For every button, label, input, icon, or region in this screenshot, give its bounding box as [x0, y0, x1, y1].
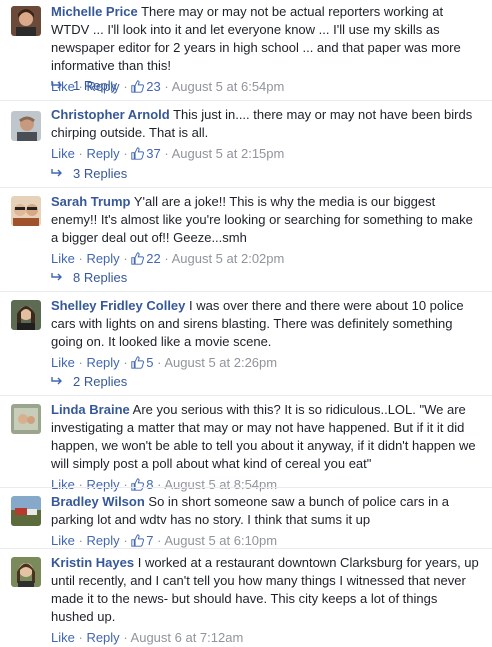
reply-button[interactable]: Reply	[86, 146, 119, 161]
avatar[interactable]	[11, 196, 41, 226]
comment-text: Linda Braine Are you serious with this? …	[51, 401, 481, 473]
like-count[interactable]: 23	[131, 79, 161, 94]
divider	[0, 187, 492, 188]
comment-author[interactable]: Kristin Hayes	[51, 555, 134, 570]
reply-arrow-icon	[51, 81, 62, 89]
comment-actions: Like · Reply · 5 · August 5 at 2:26pm	[51, 355, 278, 370]
avatar[interactable]	[11, 557, 41, 587]
thumbs-up-icon	[131, 356, 145, 369]
like-count[interactable]: 8	[131, 477, 154, 492]
thumbs-up-icon	[131, 252, 145, 265]
comment-text: Kristin Hayes I worked at a restaurant d…	[51, 554, 481, 626]
thumbs-up-icon	[131, 534, 145, 547]
like-button[interactable]: Like	[51, 533, 75, 548]
view-replies-link[interactable]: 3 Replies	[51, 165, 127, 183]
divider	[0, 395, 492, 396]
comment-author[interactable]: Michelle Price	[51, 4, 138, 19]
divider	[0, 100, 492, 101]
like-button[interactable]: Like	[51, 477, 75, 492]
like-button[interactable]: Like	[51, 630, 75, 645]
like-button[interactable]: Like	[51, 146, 75, 161]
comment-author[interactable]: Christopher Arnold	[51, 107, 170, 122]
comment-actions: Like · Reply · 8 · August 5 at 8:54pm	[51, 477, 278, 492]
comment-author[interactable]: Shelley Fridley Colley	[51, 298, 185, 313]
like-count[interactable]: 7	[131, 533, 154, 548]
divider	[0, 487, 492, 488]
reply-button[interactable]: Reply	[86, 477, 119, 492]
comment-author[interactable]: Sarah Trump	[51, 194, 130, 209]
comment-timestamp[interactable]: August 5 at 2:15pm	[172, 146, 285, 161]
view-replies-link[interactable]: 2 Replies	[51, 373, 127, 391]
view-replies-link[interactable]: 8 Replies	[51, 269, 127, 287]
reply-button[interactable]: Reply	[86, 355, 119, 370]
thumbs-up-icon	[131, 478, 145, 491]
comment-text: Michelle Price There may or may not be a…	[51, 3, 481, 75]
avatar[interactable]	[11, 404, 41, 434]
comment-author[interactable]: Bradley Wilson	[51, 494, 145, 509]
divider	[0, 291, 492, 292]
reply-arrow-icon	[51, 169, 62, 177]
reply-arrow-icon	[51, 377, 62, 385]
comment-timestamp[interactable]: August 5 at 8:54pm	[164, 477, 277, 492]
like-button[interactable]: Like	[51, 251, 75, 266]
avatar[interactable]	[11, 6, 41, 36]
reply-button[interactable]: Reply	[86, 630, 119, 645]
divider	[0, 548, 492, 549]
comment-text: Bradley Wilson So in short someone saw a…	[51, 493, 481, 529]
comment-text: Christopher Arnold This just in.... ther…	[51, 106, 481, 142]
comment-timestamp[interactable]: August 5 at 2:26pm	[164, 355, 277, 370]
view-replies-link[interactable]: 1 Reply	[51, 77, 117, 95]
reply-button[interactable]: Reply	[86, 533, 119, 548]
like-button[interactable]: Like	[51, 355, 75, 370]
thumbs-up-icon	[131, 147, 145, 160]
reply-button[interactable]: Reply	[86, 251, 119, 266]
comment-actions: Like · Reply · 37 · August 5 at 2:15pm	[51, 146, 285, 161]
comment-author[interactable]: Linda Braine	[51, 402, 130, 417]
thumbs-up-icon	[131, 80, 145, 93]
like-count[interactable]: 5	[131, 355, 154, 370]
like-count[interactable]: 37	[131, 146, 161, 161]
like-count[interactable]: 22	[131, 251, 161, 266]
comment-timestamp[interactable]: August 6 at 7:12am	[131, 630, 244, 645]
comment-timestamp[interactable]: August 5 at 6:54pm	[172, 79, 285, 94]
reply-arrow-icon	[51, 273, 62, 281]
avatar[interactable]	[11, 496, 41, 526]
comment-actions: Like · Reply · 22 · August 5 at 2:02pm	[51, 251, 285, 266]
avatar[interactable]	[11, 300, 41, 330]
comment-text: Sarah Trump Y'all are a joke!! This is w…	[51, 193, 481, 247]
comment-timestamp[interactable]: August 5 at 2:02pm	[172, 251, 285, 266]
avatar[interactable]	[11, 111, 41, 141]
comment-text: Shelley Fridley Colley I was over there …	[51, 297, 481, 351]
comment-actions: Like · Reply · August 6 at 7:12am	[51, 630, 244, 645]
comment-timestamp[interactable]: August 5 at 6:10pm	[164, 533, 277, 548]
